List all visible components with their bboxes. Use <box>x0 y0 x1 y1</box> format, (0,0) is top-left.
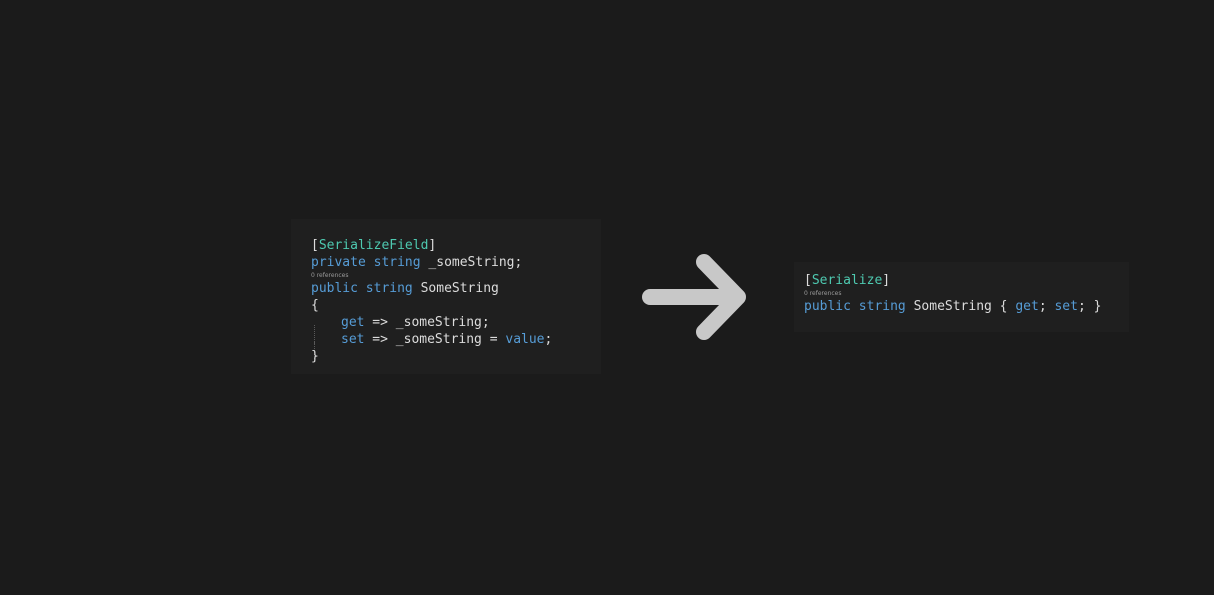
semicolon: ; <box>544 332 553 347</box>
setter-body: => _someString = <box>364 332 506 347</box>
getter-body: => _someString; <box>364 315 490 330</box>
bracket-open: [ <box>311 238 319 253</box>
bracket-close: ] <box>428 238 437 253</box>
arrow-right-icon <box>642 254 746 340</box>
attribute-line: [SerializeField] <box>311 237 601 254</box>
separator: ; <box>1038 299 1055 314</box>
keyword-public: public <box>804 299 851 314</box>
auto-property-line: public string SomeString { get; set; } <box>804 298 1129 315</box>
closing: ; } <box>1077 299 1102 314</box>
getter-line: get => _someString; <box>311 314 601 344</box>
code-before-panel: [SerializeField] private string _someStr… <box>291 219 601 374</box>
codelens-references[interactable]: 0 references <box>804 289 1129 298</box>
keyword-private: private <box>311 255 366 270</box>
close-brace-line: } <box>311 348 601 365</box>
bracket-open: [ <box>804 273 812 288</box>
property-declaration-line: public string SomeString <box>311 280 601 297</box>
keyword-set: set <box>1054 299 1078 314</box>
property-name: SomeString <box>412 281 499 296</box>
keyword-get: get <box>1015 299 1039 314</box>
keyword-string: string <box>373 255 421 270</box>
keyword-get: get <box>341 315 365 330</box>
close-brace: } <box>311 349 319 364</box>
field-name: _someString; <box>420 255 523 270</box>
bracket-close: ] <box>882 273 891 288</box>
property-name: SomeString { <box>905 299 1016 314</box>
open-brace-line: { <box>311 297 601 314</box>
attribute-name: Serialize <box>811 273 883 288</box>
open-brace: { <box>311 298 319 313</box>
keyword-string: string <box>858 299 906 314</box>
code-after-panel: [Serialize] 0 references public string S… <box>794 262 1129 332</box>
keyword-value: value <box>505 332 545 347</box>
setter-line: set => _someString = value; <box>311 331 601 361</box>
keyword-string: string <box>365 281 413 296</box>
attribute-name: SerializeField <box>318 238 429 253</box>
keyword-set: set <box>341 332 365 347</box>
attribute-line: [Serialize] <box>804 272 1129 289</box>
codelens-references[interactable]: 0 references <box>311 271 601 280</box>
field-declaration-line: private string _someString; <box>311 254 601 271</box>
keyword-public: public <box>311 281 358 296</box>
